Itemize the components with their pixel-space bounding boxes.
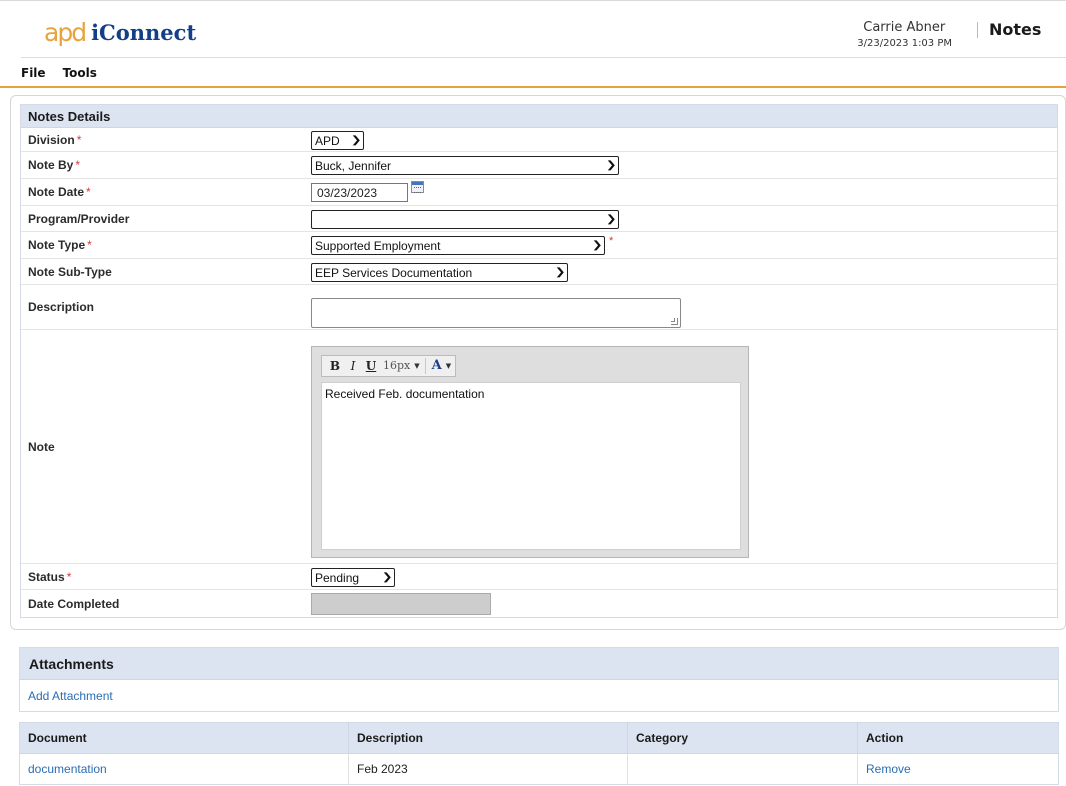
note-date-group: 03/23/2023 [311,181,431,202]
table-header-row: Document Description Category Action [19,722,1059,754]
menu-bar: File Tools [21,60,114,86]
note-by-value: Buck, Jennifer [315,158,392,173]
chevron-down-icon: ❯ [591,240,603,251]
status-value: Pending [315,570,360,585]
calendar-icon[interactable] [411,181,424,193]
note-sub-type-value: EEP Services Documentation [315,265,473,280]
document-link[interactable]: documentation [28,762,107,776]
division-select[interactable]: APD ❯ [311,131,364,150]
notes-details-header: Notes Details [21,105,1057,128]
note-date-label: Note Date * [28,185,91,199]
notes-details-section: Notes Details Division * APD ❯ Note By * Bu… [20,104,1058,618]
note-type-value: Supported Employment [315,238,441,253]
chevron-down-icon: ❯ [554,267,566,278]
column-header-category[interactable]: Category [627,722,858,754]
note-sub-type-label: Note Sub-Type [28,264,112,279]
header-rule [21,57,1066,58]
description-label: Description [28,300,95,314]
menu-accent-rule [0,86,1066,88]
row-note-date: Note Date * 03/23/2023 [21,179,1057,206]
font-color-dropdown[interactable]: A ▼ [432,358,451,373]
row-date-completed: Date Completed [21,590,1057,617]
note-label: Note [28,439,55,454]
add-attachment-link[interactable]: Add Attachment [28,689,113,703]
add-attachment-row: Add Attachment [20,680,1058,711]
header-divider [977,22,978,38]
editor-toolbar: B I U 16px ▼ A ▼ [321,354,457,377]
row-division: Division * APD ❯ [21,128,1057,152]
column-header-description[interactable]: Description [348,722,628,754]
top-border [0,0,1066,1]
font-size-dropdown[interactable]: 16px ▼ [383,359,420,372]
category-cell [627,753,858,785]
note-type-label: Note Type * [28,238,92,252]
row-note-type: Note Type * Supported Employment ❯ * [21,232,1057,259]
row-note-by: Note By * Buck, Jennifer ❯ [21,152,1057,179]
logo-iconnect: iConnect [91,20,197,45]
description-textarea[interactable] [311,298,681,328]
attachments-section: Attachments Add Attachment [19,647,1059,712]
row-note: Note B I U 16px ▼ A ▼ Received Feb. docume… [21,330,1057,564]
chevron-down-icon: ❯ [605,214,617,225]
caret-down-icon: ▼ [414,361,420,370]
underline-button[interactable]: U [362,359,380,373]
menu-file[interactable]: File [21,66,63,80]
action-cell: Remove [858,754,1059,785]
note-type-required-marker: * [609,235,614,247]
row-note-sub-type: Note Sub-Type EEP Services Documentation… [21,259,1057,285]
bold-button[interactable]: B [326,359,344,373]
user-info: Carrie Abner 3/23/2023 1:03 PM [857,20,952,49]
caret-down-icon: ▼ [445,361,452,370]
user-name: Carrie Abner [863,20,946,35]
attachments-table: Document Description Category Action doc… [19,722,1059,785]
division-value: APD [315,133,340,148]
date-completed-input [311,593,491,615]
chevron-down-icon: ❯ [381,572,393,583]
program-provider-select[interactable]: ❯ [311,210,619,229]
document-cell: documentation [19,753,349,785]
italic-button[interactable]: I [344,359,362,373]
note-by-label: Note By * [28,158,81,172]
row-description: Description [21,285,1057,330]
remove-link[interactable]: Remove [866,762,911,776]
note-by-select[interactable]: Buck, Jennifer ❯ [311,156,619,175]
required-marker: * [76,132,82,147]
description-cell: Feb 2023 [348,753,628,785]
chevron-down-icon: ❯ [605,160,617,171]
column-header-document[interactable]: Document [19,722,349,754]
page-title: Notes [989,20,1042,39]
program-provider-label: Program/Provider [28,211,130,226]
column-header-action: Action [857,722,1059,754]
note-type-select[interactable]: Supported Employment ❯ [311,236,605,255]
resize-handle-icon[interactable] [671,318,678,325]
user-datetime: 3/23/2023 1:03 PM [857,38,952,49]
note-text-area[interactable]: Received Feb. documentation [321,381,741,550]
note-sub-type-select[interactable]: EEP Services Documentation ❯ [311,263,568,282]
toolbar-divider [424,357,426,374]
status-label: Status * [28,569,72,584]
date-completed-label: Date Completed [28,596,120,611]
table-row: documentation Feb 2023 Remove [19,753,1059,785]
attachments-header: Attachments [20,648,1058,680]
status-select[interactable]: Pending ❯ [311,568,395,587]
logo-apd: apd [44,18,87,47]
note-rich-text-editor: B I U 16px ▼ A ▼ Received Feb. documentati… [311,345,749,558]
menu-tools[interactable]: Tools [63,66,114,80]
division-label: Division * [28,132,82,147]
app-logo: apd iConnect [44,20,196,45]
row-status: Status * Pending ❯ [21,564,1057,590]
chevron-down-icon: ❯ [350,135,362,146]
note-date-input[interactable]: 03/23/2023 [311,183,408,202]
row-program-provider: Program/Provider ❯ [21,206,1057,232]
